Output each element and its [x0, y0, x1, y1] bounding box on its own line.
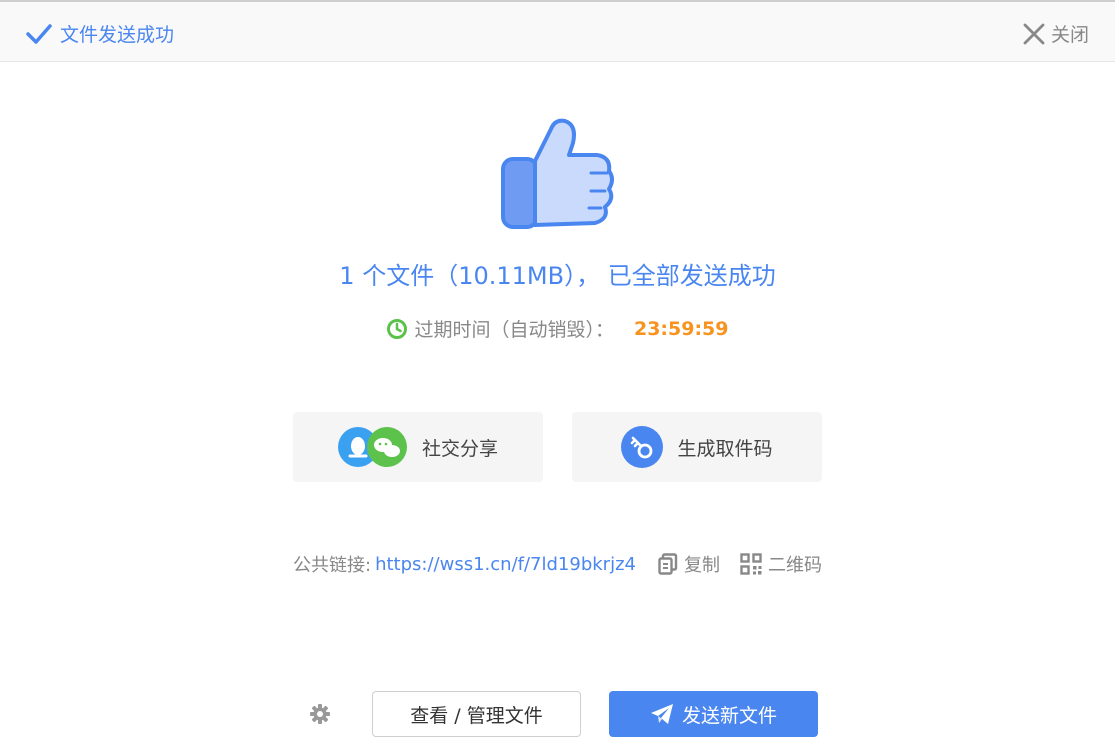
dialog-header: 文件发送成功 关闭 — [0, 0, 1115, 62]
dialog-title: 文件发送成功 — [60, 24, 175, 46]
qrcode-button[interactable]: 二维码 — [740, 551, 822, 577]
copy-icon — [658, 553, 678, 575]
clock-icon — [387, 318, 408, 339]
send-new-file-label: 发送新文件 — [681, 704, 777, 727]
social-share-button[interactable]: 社交分享 — [293, 412, 543, 482]
send-result-headline: 1 个文件（10.11MB）， 已全部发送成功 — [339, 262, 776, 290]
expire-row: 过期时间（自动销毁）： 23:59:59 — [0, 315, 1115, 342]
send-new-file-button[interactable]: 发送新文件 — [609, 691, 818, 737]
expire-label: 过期时间（自动销毁）： — [414, 319, 614, 341]
pickup-code-label: 生成取件码 — [677, 437, 773, 460]
paper-plane-icon — [650, 704, 673, 724]
public-link-url[interactable]: https://wss1.cn/f/7ld19bkrjz4 — [375, 554, 636, 575]
qrcode-label: 二维码 — [767, 555, 822, 576]
manage-files-label: 查看 / 管理文件 — [410, 704, 543, 727]
thumbs-up-icon — [501, 118, 614, 229]
social-share-label: 社交分享 — [421, 437, 498, 460]
settings-gear-icon[interactable] — [309, 703, 331, 725]
close-label: 关闭 — [1050, 24, 1089, 46]
check-icon — [26, 23, 52, 44]
pickup-code-button[interactable]: 生成取件码 — [572, 412, 822, 482]
copy-button[interactable]: 复制 — [658, 551, 720, 577]
key-icon — [621, 426, 664, 468]
expire-time: 23:59:59 — [633, 317, 729, 340]
qq-wechat-icon — [337, 427, 407, 467]
qrcode-icon — [740, 553, 762, 575]
manage-files-button[interactable]: 查看 / 管理文件 — [372, 691, 581, 737]
public-link-label: 公共链接: — [293, 555, 372, 576]
close-button[interactable]: 关闭 — [1023, 20, 1089, 47]
copy-label: 复制 — [683, 555, 720, 576]
public-link-row: 公共链接: https://wss1.cn/f/7ld19bkrjz4 复制 二… — [0, 551, 1115, 577]
close-icon — [1023, 23, 1045, 44]
header-title-group: 文件发送成功 — [26, 20, 174, 47]
